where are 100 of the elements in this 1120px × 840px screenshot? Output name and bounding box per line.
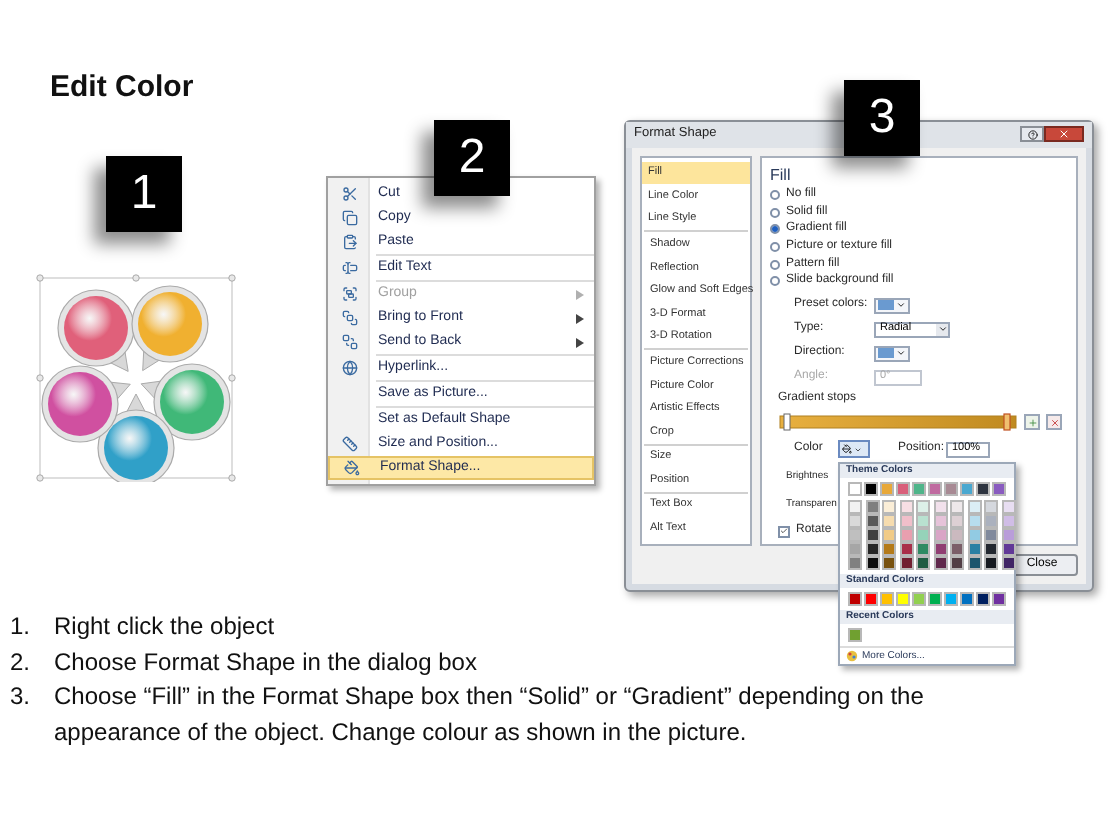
- color-swatch[interactable]: [882, 542, 896, 556]
- palette-icon: [846, 650, 858, 662]
- color-swatch[interactable]: [960, 482, 974, 496]
- color-swatch[interactable]: [916, 500, 930, 514]
- radio-button[interactable]: [770, 276, 780, 287]
- paint-bucket-icon: [343, 460, 359, 476]
- color-swatch[interactable]: [950, 556, 964, 570]
- radio-button[interactable]: [770, 259, 780, 270]
- color-swatch[interactable]: [896, 592, 910, 606]
- color-swatch[interactable]: [1001, 514, 1015, 528]
- step-text: Right click the object: [54, 610, 275, 644]
- color-swatch[interactable]: [967, 528, 981, 542]
- color-swatch[interactable]: [933, 500, 947, 514]
- color-swatch[interactable]: [882, 514, 896, 528]
- color-swatch[interactable]: [1001, 528, 1015, 542]
- color-swatch[interactable]: [848, 528, 862, 542]
- color-swatch[interactable]: [976, 592, 990, 606]
- color-swatch[interactable]: [899, 500, 913, 514]
- color-swatch[interactable]: [880, 592, 894, 606]
- color-swatch[interactable]: [933, 514, 947, 528]
- color-swatch[interactable]: [865, 514, 879, 528]
- color-swatch[interactable]: [848, 500, 862, 514]
- color-swatch[interactable]: [882, 556, 896, 570]
- submenu-arrow-icon: [576, 313, 584, 323]
- color-button[interactable]: [838, 440, 870, 459]
- color-swatch[interactable]: [916, 542, 930, 556]
- color-swatch[interactable]: [896, 482, 910, 496]
- color-swatch[interactable]: [1001, 500, 1015, 514]
- check-icon: [780, 526, 788, 537]
- color-swatch[interactable]: [944, 592, 958, 606]
- color-swatch[interactable]: [984, 514, 998, 528]
- color-swatch[interactable]: [848, 542, 862, 556]
- color-swatch[interactable]: [912, 482, 926, 496]
- color-swatch[interactable]: [848, 628, 862, 642]
- scissors-icon: [341, 186, 357, 202]
- add-stop-button[interactable]: [1024, 414, 1040, 431]
- color-swatch[interactable]: [933, 556, 947, 570]
- color-swatch[interactable]: [984, 528, 998, 542]
- color-swatch[interactable]: [865, 500, 879, 514]
- color-swatch[interactable]: [848, 592, 862, 606]
- color-swatch[interactable]: [984, 542, 998, 556]
- remove-stop-button[interactable]: [1046, 414, 1062, 431]
- preset-colors-button[interactable]: [874, 297, 910, 314]
- color-swatch[interactable]: [928, 482, 942, 496]
- help-button[interactable]: [1020, 126, 1044, 143]
- color-swatch[interactable]: [882, 528, 896, 542]
- color-swatch[interactable]: [864, 482, 878, 496]
- color-swatch[interactable]: [976, 482, 990, 496]
- color-swatch[interactable]: [933, 528, 947, 542]
- color-swatch[interactable]: [1001, 542, 1015, 556]
- color-swatch[interactable]: [899, 528, 913, 542]
- color-swatch[interactable]: [984, 500, 998, 514]
- layers-icon: [341, 334, 357, 350]
- color-swatch[interactable]: [865, 542, 879, 556]
- step-number: 2.: [10, 645, 33, 679]
- color-swatch[interactable]: [848, 556, 862, 570]
- color-swatch[interactable]: [950, 514, 964, 528]
- color-swatch[interactable]: [933, 542, 947, 556]
- text-cursor-icon: [341, 260, 357, 276]
- close-button[interactable]: [1044, 126, 1084, 143]
- color-swatch[interactable]: [865, 556, 879, 570]
- color-swatch[interactable]: [950, 542, 964, 556]
- color-swatch[interactable]: [899, 514, 913, 528]
- radio-button[interactable]: [770, 224, 780, 235]
- caret-icon: [896, 348, 906, 359]
- color-swatch[interactable]: [916, 514, 930, 528]
- color-swatch[interactable]: [916, 556, 930, 570]
- color-swatch[interactable]: [1001, 556, 1015, 570]
- color-swatch[interactable]: [992, 592, 1006, 606]
- step-text: Choose “Fill” in the Format Shape box then “Solid” or “Gradient” depending on the appearance of the object. Change colour as shown in the picture.: [54, 680, 926, 749]
- color-swatch[interactable]: [984, 556, 998, 570]
- color-swatch[interactable]: [882, 500, 896, 514]
- radio-button[interactable]: [770, 190, 780, 201]
- color-swatch[interactable]: [848, 514, 862, 528]
- globe-icon: [341, 360, 357, 376]
- color-swatch[interactable]: [950, 528, 964, 542]
- color-swatch[interactable]: [967, 542, 981, 556]
- color-swatch[interactable]: [916, 528, 930, 542]
- radio-button[interactable]: [770, 242, 780, 253]
- color-swatch[interactable]: [944, 482, 958, 496]
- color-swatch[interactable]: [899, 556, 913, 570]
- color-swatch[interactable]: [967, 556, 981, 570]
- color-swatch[interactable]: [967, 514, 981, 528]
- color-swatch[interactable]: [950, 500, 964, 514]
- gradient-preview-icon: [878, 348, 894, 359]
- color-swatch[interactable]: [899, 542, 913, 556]
- plus-icon: [1027, 417, 1037, 428]
- color-swatch[interactable]: [992, 482, 1006, 496]
- submenu-arrow-icon: [576, 289, 584, 299]
- color-swatch[interactable]: [865, 528, 879, 542]
- color-swatch[interactable]: [848, 482, 862, 496]
- color-swatch[interactable]: [967, 500, 981, 514]
- color-swatch[interactable]: [864, 592, 878, 606]
- color-swatch[interactable]: [960, 592, 974, 606]
- color-swatch[interactable]: [928, 592, 942, 606]
- color-swatch[interactable]: [912, 592, 926, 606]
- color-swatch[interactable]: [880, 482, 894, 496]
- rotate-checkbox[interactable]: [778, 525, 790, 538]
- direction-button[interactable]: [874, 345, 910, 362]
- radio-button[interactable]: [770, 207, 780, 218]
